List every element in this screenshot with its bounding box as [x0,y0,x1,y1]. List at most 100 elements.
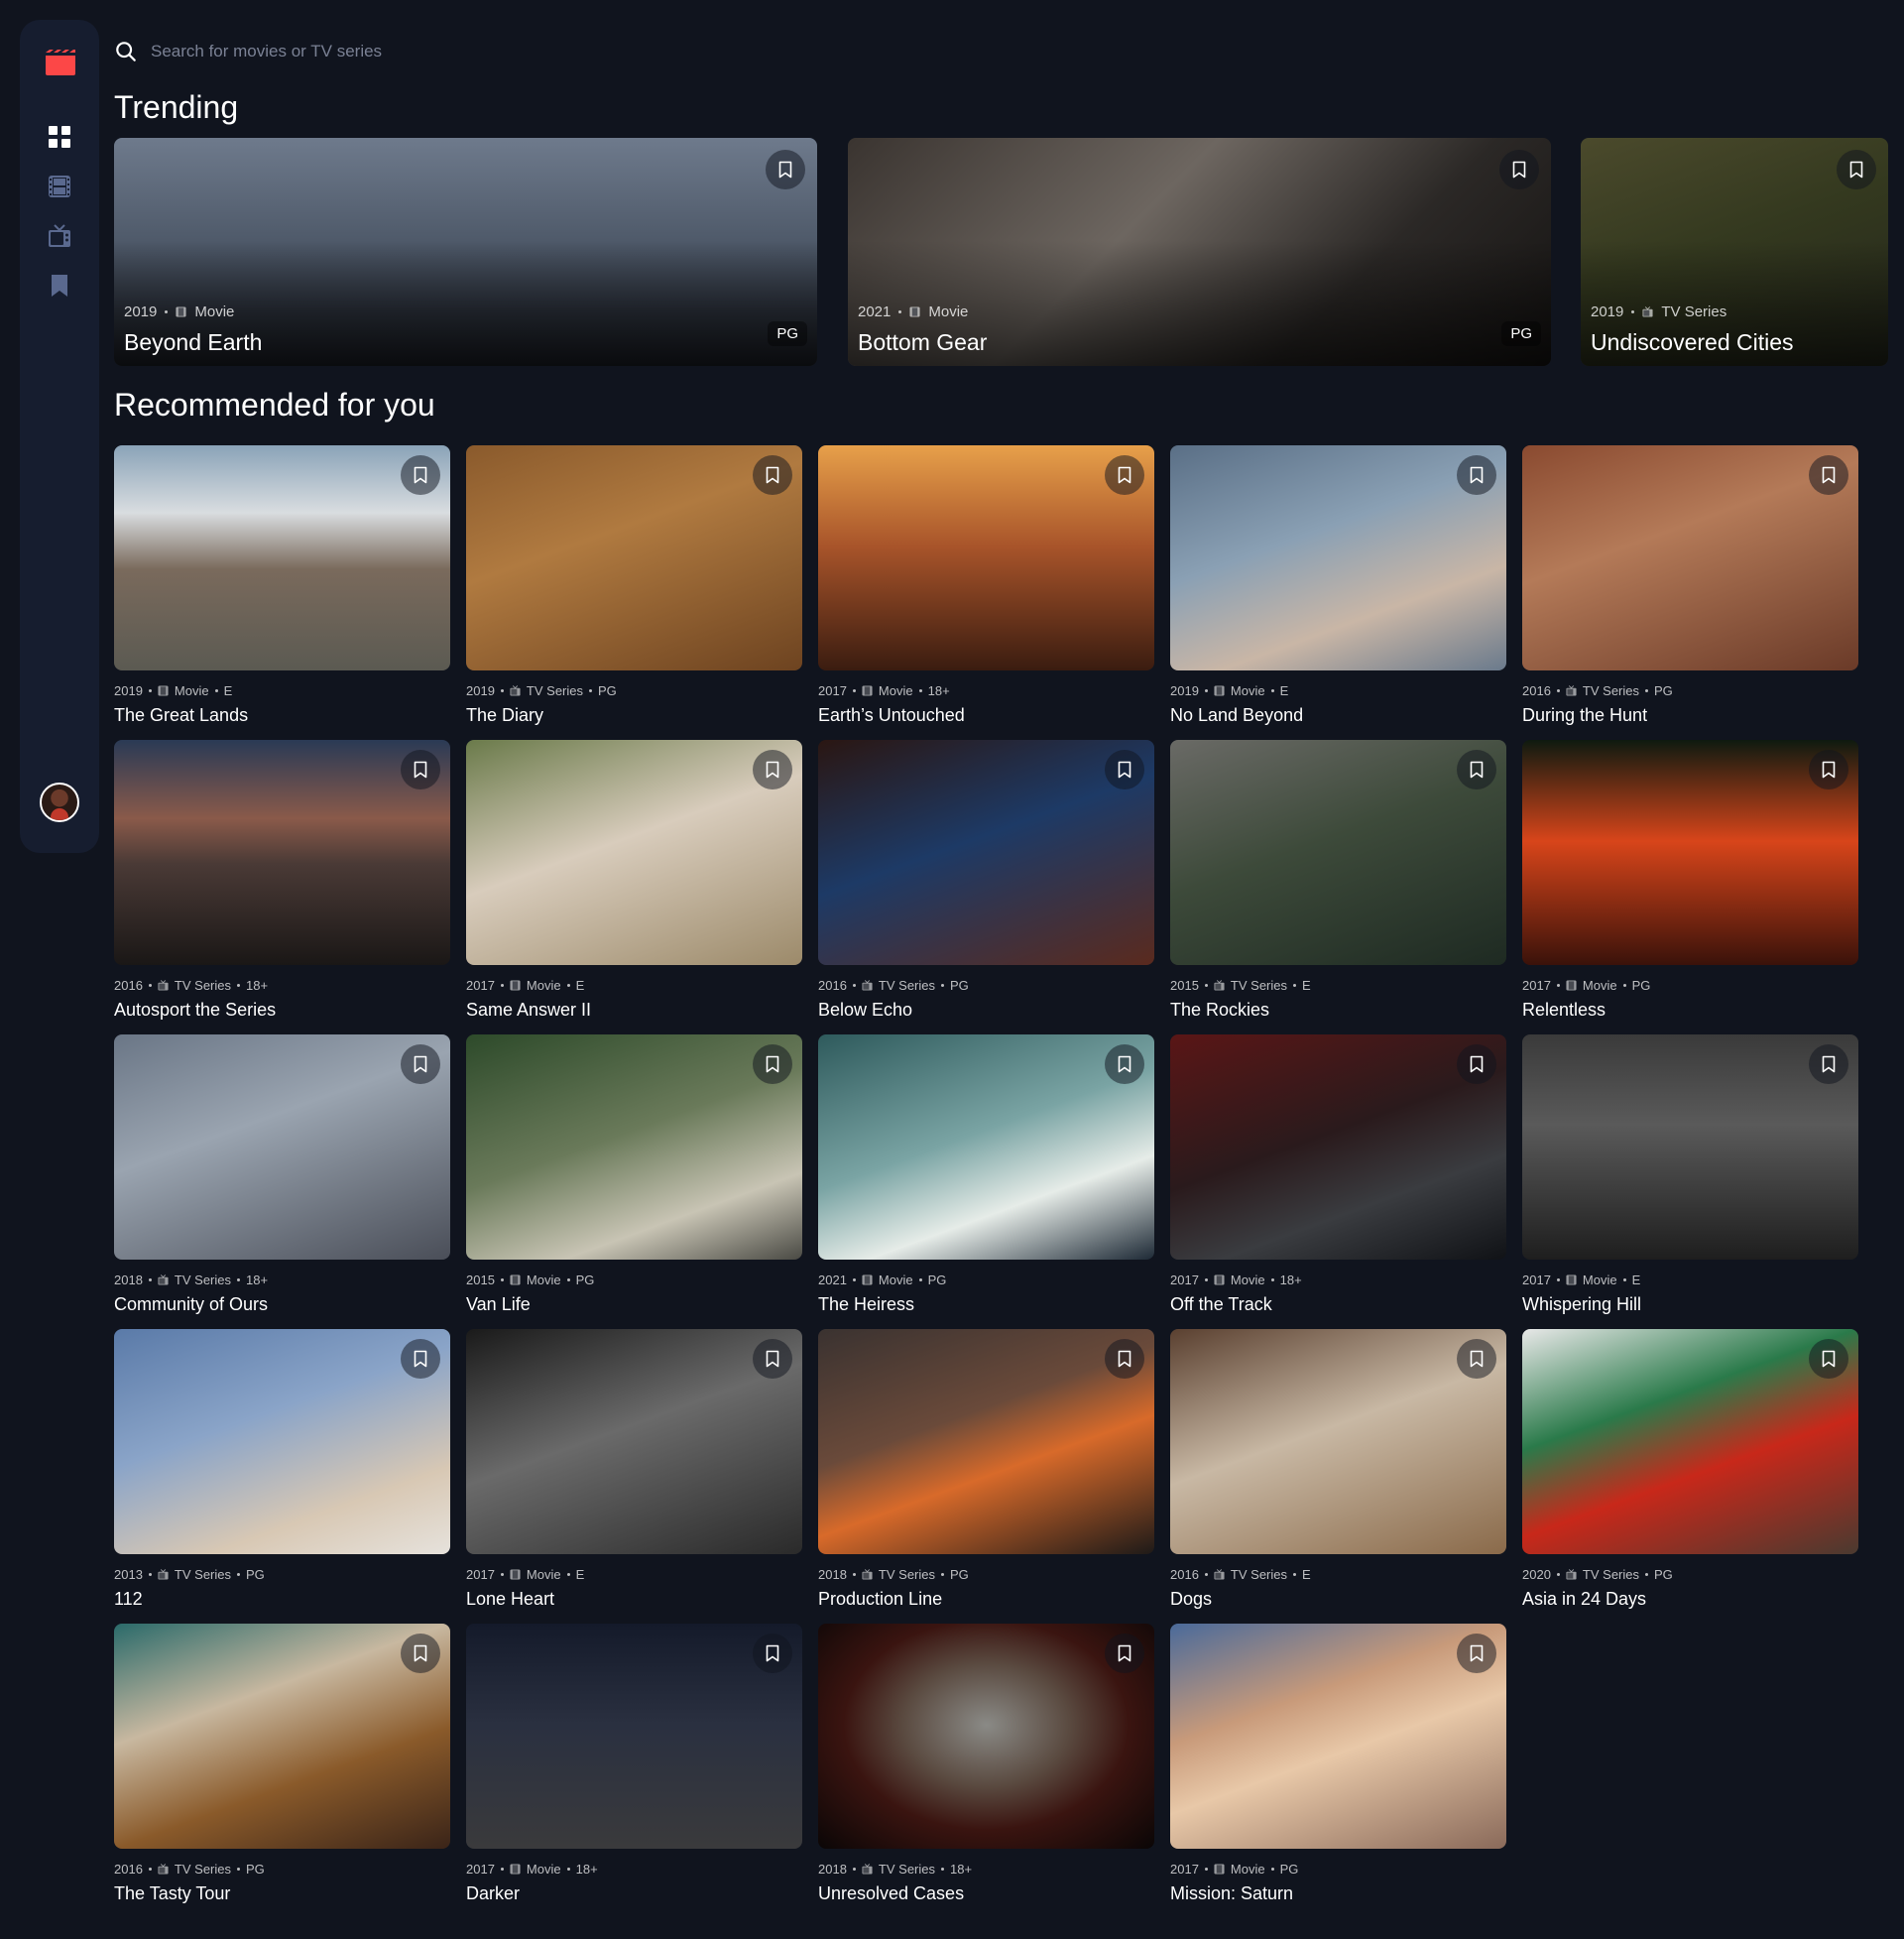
bookmark-button[interactable] [401,750,440,789]
card-thumbnail[interactable] [466,740,802,965]
recommended-card[interactable]: 2016 TV Series PG During the Hunt [1522,445,1858,726]
bookmark-button[interactable] [1105,1044,1144,1084]
bookmark-button[interactable] [401,455,440,495]
recommended-card[interactable]: 2016 TV Series PG Below Echo [818,740,1154,1021]
recommended-card[interactable]: 2021 Movie PG The Heiress [818,1034,1154,1315]
home-grid-icon[interactable] [48,125,71,149]
recommended-card[interactable]: 2020 TV Series PG Asia in 24 Days [1522,1329,1858,1610]
recommended-card[interactable]: 2019 Movie E No Land Beyond [1170,445,1506,726]
recommended-card[interactable]: 2016 TV Series PG The Tasty Tour [114,1624,450,1904]
recommended-card[interactable]: 2017 Movie E Same Answer II [466,740,802,1021]
separator-dot [1556,983,1560,987]
card-thumbnail[interactable] [114,740,450,965]
recommended-card[interactable]: 2016 TV Series 18+ Autosport the Series [114,740,450,1021]
bookmark-button[interactable] [1809,1339,1848,1379]
card-rating: PG [1654,682,1673,698]
card-thumbnail[interactable] [466,1624,802,1849]
card-thumbnail[interactable] [114,1034,450,1260]
card-year: 2020 [1522,1566,1551,1582]
card-thumbnail[interactable] [818,1624,1154,1849]
card-thumbnail[interactable] [1522,445,1858,670]
separator-dot [1645,688,1648,692]
card-year: 2017 [466,977,495,993]
recommended-card[interactable]: 2013 TV Series PG 112 [114,1329,450,1610]
card-thumbnail[interactable] [1170,1034,1506,1260]
separator-dot [148,1867,152,1871]
recommended-card[interactable]: 2017 Movie 18+ Darker [466,1624,802,1904]
card-thumbnail[interactable] [466,445,802,670]
card-thumbnail[interactable] [1170,1329,1506,1554]
card-title: Same Answer II [466,1000,592,1020]
bookmark-button[interactable] [1499,150,1539,189]
card-category: Movie [878,1272,913,1287]
bookmark-button[interactable] [401,1339,440,1379]
card-thumbnail[interactable] [818,740,1154,965]
recommended-card[interactable]: 2015 TV Series E The Rockies [1170,740,1506,1021]
card-meta: 2019 Movie E [114,682,450,698]
bookmark-button[interactable] [1105,1339,1144,1379]
bookmark-button[interactable] [753,1634,792,1673]
bookmark-icon [1470,1055,1484,1073]
recommended-card[interactable]: 2017 Movie 18+ Off the Track [1170,1034,1506,1315]
recommended-card[interactable]: 2017 Movie E Lone Heart [466,1329,802,1610]
card-thumbnail[interactable] [114,1329,450,1554]
bookmark-button[interactable] [1105,750,1144,789]
bookmark-button[interactable] [1105,455,1144,495]
card-thumbnail[interactable] [1522,740,1858,965]
recommended-card[interactable]: 2017 Movie PG Mission: Saturn [1170,1624,1506,1904]
recommended-card[interactable]: 2018 TV Series PG Production Line [818,1329,1154,1610]
tv-series-icon[interactable] [48,224,71,248]
card-thumbnail[interactable] [818,445,1154,670]
avatar[interactable] [40,783,79,822]
separator-dot [941,1867,944,1871]
recommended-card[interactable]: 2019 TV Series PG The Diary [466,445,802,726]
card-thumbnail[interactable] [1170,740,1506,965]
trending-card[interactable]: 2019 TV Series Undiscovered Cities [1581,138,1888,366]
recommended-card[interactable]: 2017 Movie E Whispering Hill [1522,1034,1858,1315]
bookmark-button[interactable] [1457,1339,1496,1379]
card-thumbnail[interactable] [466,1329,802,1554]
recommended-card[interactable]: 2019 Movie E The Great Lands [114,445,450,726]
recommended-card[interactable]: 2018 TV Series 18+ Unresolved Cases [818,1624,1154,1904]
bookmark-button[interactable] [1809,1044,1848,1084]
card-year: 2016 [114,1861,143,1877]
recommended-card[interactable]: 2017 Movie PG Relentless [1522,740,1858,1021]
card-thumbnail[interactable] [1522,1329,1858,1554]
card-rating: PG [950,977,969,993]
recommended-card[interactable]: 2018 TV Series 18+ Community of Ours [114,1034,450,1315]
card-thumbnail[interactable] [1170,445,1506,670]
card-thumbnail[interactable] [818,1329,1154,1554]
bookmark-button[interactable] [766,150,805,189]
card-thumbnail[interactable] [466,1034,802,1260]
bookmark-button[interactable] [753,1044,792,1084]
bookmark-button[interactable] [753,455,792,495]
bookmark-button[interactable] [1809,750,1848,789]
bookmark-button[interactable] [753,1339,792,1379]
trending-card[interactable]: 2021 Movie Bottom Gear PG [848,138,1551,366]
bookmarks-icon[interactable] [48,274,71,298]
recommended-card[interactable]: 2015 Movie PG Van Life [466,1034,802,1315]
card-thumbnail[interactable] [1170,1624,1506,1849]
card-thumbnail[interactable] [114,1624,450,1849]
card-thumbnail[interactable] [1522,1034,1858,1260]
bookmark-button[interactable] [1457,1044,1496,1084]
bookmark-button[interactable] [1837,150,1876,189]
recommended-card[interactable]: 2017 Movie 18+ Earth’s Untouched [818,445,1154,726]
movies-film-icon[interactable] [48,175,71,198]
trending-card[interactable]: 2019 Movie Beyond Earth PG [114,138,817,366]
bookmark-button[interactable] [1457,750,1496,789]
bookmark-button[interactable] [401,1044,440,1084]
bookmark-button[interactable] [401,1634,440,1673]
recommended-card[interactable]: 2016 TV Series E Dogs [1170,1329,1506,1610]
logo-clapperboard-icon[interactable] [44,48,77,75]
card-thumbnail[interactable] [114,445,450,670]
search-input[interactable] [151,42,746,61]
card-thumbnail[interactable] [818,1034,1154,1260]
bookmark-button[interactable] [753,750,792,789]
bookmark-button[interactable] [1457,1634,1496,1673]
bookmark-button[interactable] [1809,455,1848,495]
bookmark-button[interactable] [1105,1634,1144,1673]
bookmark-icon [1512,161,1526,179]
bookmark-button[interactable] [1457,455,1496,495]
bookmark-icon [766,1644,779,1662]
